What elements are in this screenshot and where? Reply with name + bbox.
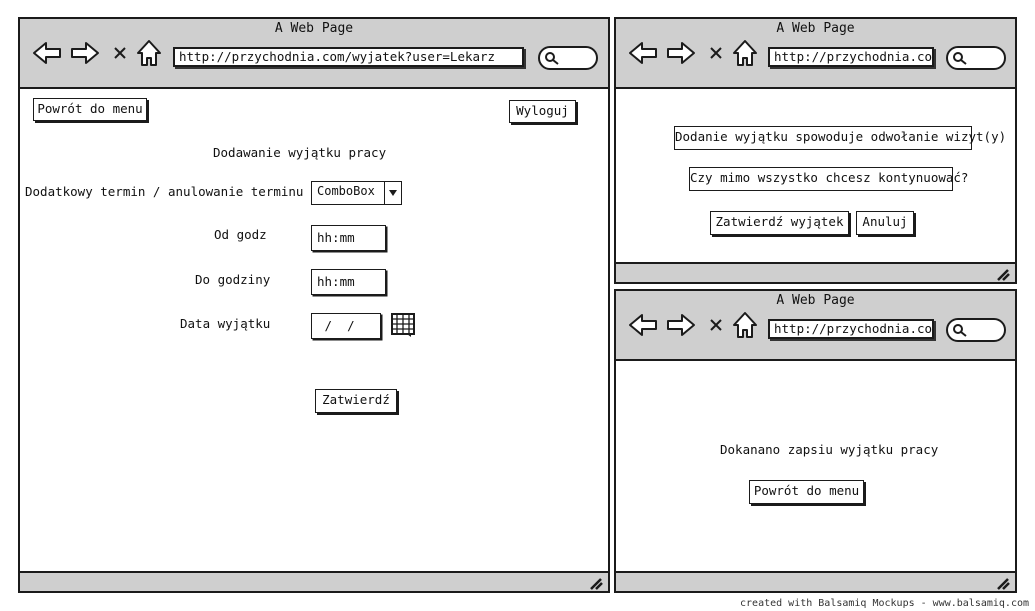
status-bar [20,571,608,591]
search-box[interactable] [538,46,598,70]
form-title: Dodawanie wyjątku pracy [213,145,387,160]
address-bar[interactable]: http://przychodnia.com/v [768,47,934,67]
back-to-menu-button[interactable]: Powrót do menu [749,480,864,504]
address-bar[interactable]: http://przychodnia.com/wyjatek?user=Leka… [173,47,524,67]
browser-window-top-right: A Web Page http://przychodnia.com/v Doda… [614,17,1017,284]
cancel-button[interactable]: Anuluj [856,211,914,235]
back-arrow-icon[interactable] [628,313,658,337]
search-icon [545,52,559,65]
success-message: Dokanano zapsiu wyjątku pracy [720,442,939,457]
date-label: Data wyjątku [180,316,271,331]
back-arrow-icon[interactable] [628,41,658,65]
browser-toolbar: A Web Page http://przychodnia.com/wyjate… [20,19,608,89]
logout-button[interactable]: Wyloguj [509,100,576,123]
resize-grip-icon[interactable] [995,267,1011,281]
close-icon[interactable] [709,46,723,60]
forward-arrow-icon[interactable] [70,41,100,65]
balsamiq-footer: created with Balsamiq Mockups - www.bals… [740,598,1029,609]
date-input[interactable]: / / [311,313,381,339]
search-box[interactable] [946,46,1006,70]
browser-window-bottom-right: A Web Page http://przychodnia.com/z Doka… [614,289,1017,593]
search-box[interactable] [946,318,1006,342]
calendar-icon[interactable] [390,312,416,338]
search-icon [953,324,967,337]
home-icon[interactable] [136,39,162,67]
submit-button[interactable]: Zatwierdź [315,389,397,413]
to-hour-label: Do godziny [195,272,271,287]
chevron-down-icon[interactable] [384,182,401,204]
warning-message: Dodanie wyjątku spowoduje odwołanie wizy… [674,126,1006,150]
window-title: A Web Page [776,293,855,308]
type-combobox[interactable]: ComboBox [311,181,402,205]
browser-toolbar: A Web Page http://przychodnia.com/z [616,291,1015,361]
close-icon[interactable] [113,46,127,60]
type-combobox-value: ComboBox [317,184,375,198]
search-icon [953,52,967,65]
from-hour-input[interactable]: hh:mm [311,225,386,251]
type-label: Dodatkowy termin / anulowanie terminu [25,184,304,199]
home-icon[interactable] [732,39,758,67]
browser-toolbar: A Web Page http://przychodnia.com/v [616,19,1015,89]
resize-grip-icon[interactable] [588,576,604,590]
confirm-exception-button[interactable]: Zatwierdź wyjątek [710,211,849,235]
close-icon[interactable] [709,318,723,332]
forward-arrow-icon[interactable] [666,313,696,337]
browser-window-left: A Web Page http://przychodnia.com/wyjate… [18,17,610,593]
window-title: A Web Page [776,21,855,36]
confirm-question: Czy mimo wszystko chcesz kontynuować? [689,167,968,191]
status-bar [616,262,1015,282]
address-bar[interactable]: http://przychodnia.com/z [768,319,934,339]
back-to-menu-button[interactable]: Powrót do menu [33,98,147,121]
from-hour-label: Od godz [214,227,267,242]
status-bar [616,571,1015,591]
home-icon[interactable] [732,311,758,339]
back-arrow-icon[interactable] [32,41,62,65]
resize-grip-icon[interactable] [995,576,1011,590]
window-title: A Web Page [274,21,354,36]
forward-arrow-icon[interactable] [666,41,696,65]
to-hour-input[interactable]: hh:mm [311,269,386,295]
